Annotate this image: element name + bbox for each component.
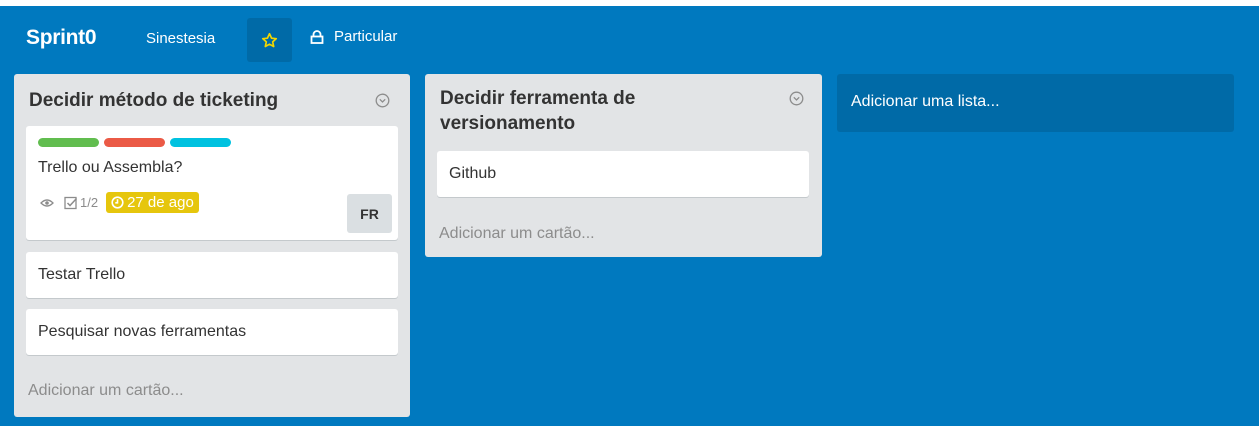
lock-icon bbox=[310, 29, 324, 44]
member-avatar[interactable]: FR bbox=[347, 194, 392, 233]
card-label-red bbox=[104, 138, 165, 147]
card-title: Github bbox=[449, 165, 497, 182]
card-label-blue bbox=[170, 138, 231, 147]
add-list-button[interactable]: Adicionar uma lista... bbox=[837, 74, 1234, 132]
board-header: Sprint0 Sinestesia Particular bbox=[0, 6, 1259, 68]
visibility-button[interactable]: Particular bbox=[310, 28, 397, 45]
card-badges: 1/2 27 de ago bbox=[40, 192, 199, 213]
visibility-label: Particular bbox=[334, 28, 398, 45]
eye-icon bbox=[40, 198, 54, 207]
star-button[interactable] bbox=[247, 18, 292, 62]
list-card[interactable]: Trello ou Assembla? 1/2 27 de ago FR bbox=[26, 126, 398, 240]
card-title: Pesquisar novas ferramentas bbox=[38, 323, 247, 340]
list: Decidir ferramenta de versionamento Gith… bbox=[425, 74, 822, 257]
list-card[interactable]: Testar Trello bbox=[26, 252, 398, 298]
list-card[interactable]: Pesquisar novas ferramentas bbox=[26, 309, 398, 355]
list-title[interactable]: Decidir método de ticketing bbox=[29, 88, 278, 113]
team-link[interactable]: Sinestesia bbox=[146, 30, 215, 47]
list-title-line: versionamento bbox=[440, 113, 576, 134]
list-title-line: Decidir ferramenta de bbox=[440, 88, 636, 109]
checklist-icon bbox=[64, 196, 78, 209]
add-list-label: Adicionar uma lista... bbox=[851, 93, 1000, 110]
list: Decidir método de ticketing Trello ou As… bbox=[14, 74, 410, 417]
board: Sprint0 Sinestesia Particular Decidir mé… bbox=[0, 6, 1259, 426]
chevron-down-circle-icon[interactable] bbox=[375, 93, 390, 108]
card-label-green bbox=[38, 138, 99, 147]
card-title: Trello ou Assembla? bbox=[38, 159, 183, 176]
list-card[interactable]: Github bbox=[437, 151, 809, 197]
due-date-badge[interactable]: 27 de ago bbox=[106, 192, 199, 213]
add-card-link[interactable]: Adicionar um cartão... bbox=[28, 382, 184, 400]
card-title: Testar Trello bbox=[38, 266, 126, 283]
board-title[interactable]: Sprint0 bbox=[26, 26, 97, 50]
list-title[interactable]: Decidir ferramenta de versionamento bbox=[440, 86, 635, 136]
star-icon bbox=[261, 32, 278, 47]
checklist-count: 1/2 bbox=[80, 195, 99, 210]
clock-icon bbox=[111, 196, 124, 209]
add-card-link[interactable]: Adicionar um cartão... bbox=[439, 225, 595, 243]
chevron-down-circle-icon[interactable] bbox=[789, 91, 804, 106]
due-date-label: 27 de ago bbox=[127, 194, 194, 211]
